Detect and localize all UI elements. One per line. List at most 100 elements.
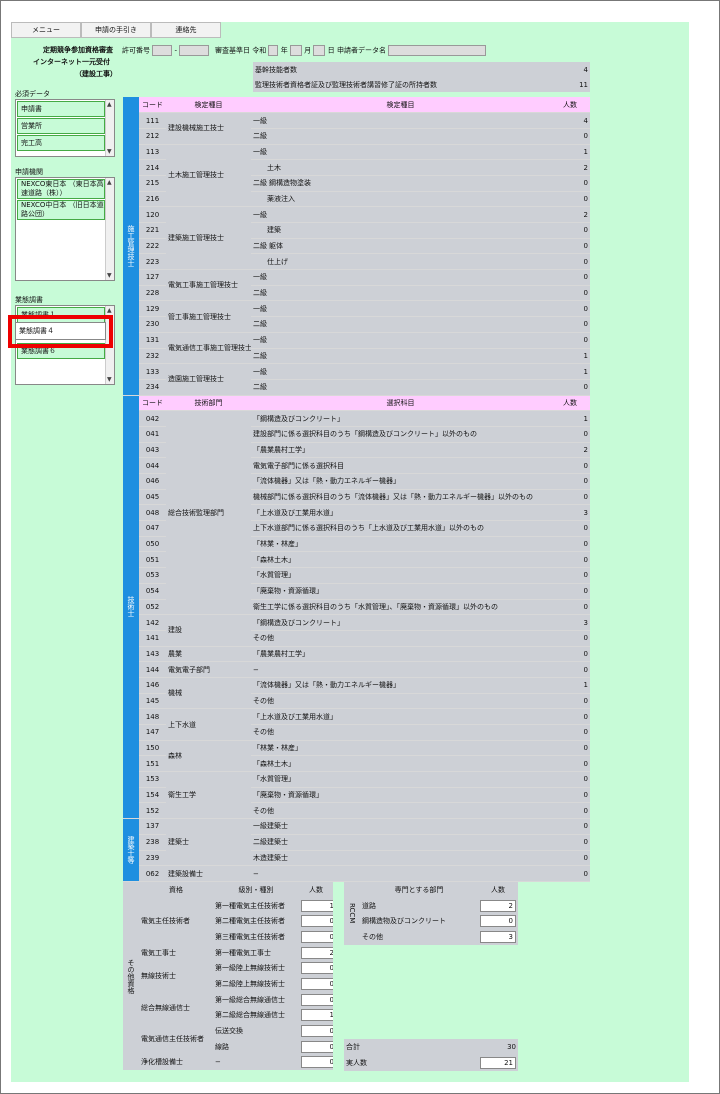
category-cell: 上下水道 (166, 708, 251, 741)
other-count-input[interactable]: 0 (301, 977, 333, 990)
count-cell: 0 (550, 473, 590, 490)
subject-cell: 薬液注入 (251, 191, 550, 208)
menu-item-guide[interactable]: 申請の手引き (81, 22, 151, 38)
subject-cell: 一級建築士 (251, 818, 550, 835)
day-field[interactable] (313, 45, 326, 56)
agency-scrollbar[interactable]: ▲ ▼ (105, 178, 114, 280)
other-count-input[interactable]: 2 (301, 946, 333, 959)
subject-cell: 二級 (251, 128, 550, 145)
other-count-input[interactable]: 0 (301, 930, 333, 943)
menu-item-menu[interactable]: メニュー (11, 22, 81, 38)
count-cell: 0 (550, 332, 590, 349)
count-cell: 0 (550, 316, 590, 333)
rccm-count-input[interactable]: 3 (480, 930, 516, 943)
menu-item-contact[interactable]: 連絡先 (151, 22, 221, 38)
count-cell: 2 (550, 206, 590, 223)
other-count-input[interactable]: 1 (301, 1009, 333, 1022)
category-cell: 建築士 (166, 818, 251, 867)
subject-cell: その他 (251, 693, 550, 710)
other-count-input[interactable]: 0 (301, 1056, 333, 1069)
year-field[interactable] (268, 45, 279, 56)
grade-label: 一級 (253, 336, 267, 345)
title-line-2: インターネット一元受付 (33, 58, 110, 66)
other-count-input[interactable]: 1 (301, 899, 333, 912)
real-count-input[interactable]: 21 (480, 1057, 516, 1069)
code-cell: 238 (139, 834, 166, 851)
count-cell: 0 (550, 520, 590, 537)
required-item-application[interactable]: 申請書 (17, 101, 105, 117)
permit-label: 許可番号 (122, 46, 150, 55)
other-count-input[interactable]: 0 (301, 993, 333, 1006)
grade-label: 二級 (253, 242, 267, 251)
count-cell: 0 (550, 551, 590, 569)
highlight-box (8, 315, 113, 348)
subject-cell: 「廃棄物・資源循環」 (251, 583, 550, 600)
table-row: 120 建築施工管理技士 一級 2 (123, 206, 590, 271)
rccm-count-input[interactable]: 0 (480, 915, 516, 928)
category-cell: 森林 (166, 740, 251, 773)
real-count-row: 実人数 21 (344, 1055, 518, 1071)
other-count-cell: 0 (299, 991, 333, 1008)
subject-cell: 「水質管理」 (251, 567, 550, 584)
permit-field-2[interactable] (179, 45, 210, 56)
other-kind-cell: 第二種電気主任技術者 (213, 913, 299, 930)
subject-cell: 「林業・林産」 (251, 740, 550, 757)
applicant-field[interactable] (388, 45, 487, 56)
agency-item-east[interactable]: NEXCO東日本 （東日本高速道路（株）） (17, 179, 105, 199)
other-kind-cell: 線路 (213, 1038, 299, 1055)
rccm-table: RCCM 専門とする部門 人数 道路 2 鋼構造物及びコンクリート 0 その他 3 (344, 882, 518, 945)
rccm-count-input[interactable]: 2 (480, 899, 516, 912)
rccm-count-cell: 2 (478, 897, 518, 914)
code-cell: 054 (139, 583, 166, 600)
count-cell: 0 (550, 755, 590, 773)
grade-label: 一級 (253, 147, 267, 156)
subject-cell: 一級 (251, 206, 550, 223)
code-cell: 145 (139, 693, 166, 710)
total-label: 合計 (344, 1039, 478, 1055)
grade-label: 二級 (253, 383, 267, 392)
grade-label: 一級 (253, 304, 267, 313)
code-cell: 111 (139, 112, 166, 129)
count-cell: 0 (550, 708, 590, 725)
table-row: 146 機械 「流体機器」又は「熱・動力エネルギー機器」 1 (123, 677, 590, 710)
count-cell: 0 (550, 818, 590, 835)
count-cell: 0 (550, 285, 590, 302)
required-item-completion[interactable]: 完工高 (17, 135, 105, 151)
kijun-label: 審査基準日 (215, 46, 250, 55)
table-row: 113 土木施工管理技士 一級 1 (123, 144, 590, 208)
other-count-cell: 0 (299, 929, 333, 945)
title-line-1: 定期競争参加資格審査 (43, 46, 113, 54)
permit-field-1[interactable] (152, 45, 173, 56)
required-item-office[interactable]: 営業所 (17, 118, 105, 134)
other-count-cell: 0 (299, 1038, 333, 1055)
month-field[interactable] (289, 45, 302, 56)
subject-cell: 電気電子部門に係る選択科目 (251, 457, 550, 474)
count-cell: 0 (550, 191, 590, 208)
code-cell: 143 (139, 646, 166, 663)
count-cell: 0 (550, 567, 590, 584)
subject-cell: その他 (251, 630, 550, 647)
table-row: 144 電気電子部門 −0 (123, 661, 590, 678)
count-cell: 0 (550, 300, 590, 318)
code-cell: 050 (139, 536, 166, 553)
count-cell: 0 (550, 834, 590, 851)
subject-cell: 「鋼構造及びコンクリート」 (251, 614, 550, 631)
count-cell: 1 (550, 348, 590, 365)
code-cell: 154 (139, 787, 166, 804)
table-row: 142 建設 「鋼構造及びコンクリート」 3 (123, 614, 590, 647)
required-data-label: 必須データ (15, 90, 50, 98)
subject-cell: 二級 (251, 348, 550, 365)
agency-list: NEXCO東日本 （東日本高速道路（株）） NEXCO中日本 （旧日本道路公団）… (15, 177, 115, 281)
count-cell: 0 (550, 222, 590, 239)
other-count-input[interactable]: 0 (301, 1040, 333, 1053)
rccm-header-count: 人数 (478, 882, 518, 898)
agency-item-central[interactable]: NEXCO中日本 （旧日本道路公団） (17, 200, 105, 220)
subject-cell: 一級 (251, 269, 550, 286)
other-count-input[interactable]: 0 (301, 1025, 333, 1038)
category-cell: 造園施工管理技士 (166, 363, 251, 396)
other-count-input[interactable]: 0 (301, 915, 333, 928)
other-vertical-label: その他資格 (123, 882, 139, 1071)
code-cell: 147 (139, 724, 166, 741)
other-count-input[interactable]: 0 (301, 962, 333, 975)
required-scrollbar[interactable]: ▲ ▼ (105, 100, 114, 156)
